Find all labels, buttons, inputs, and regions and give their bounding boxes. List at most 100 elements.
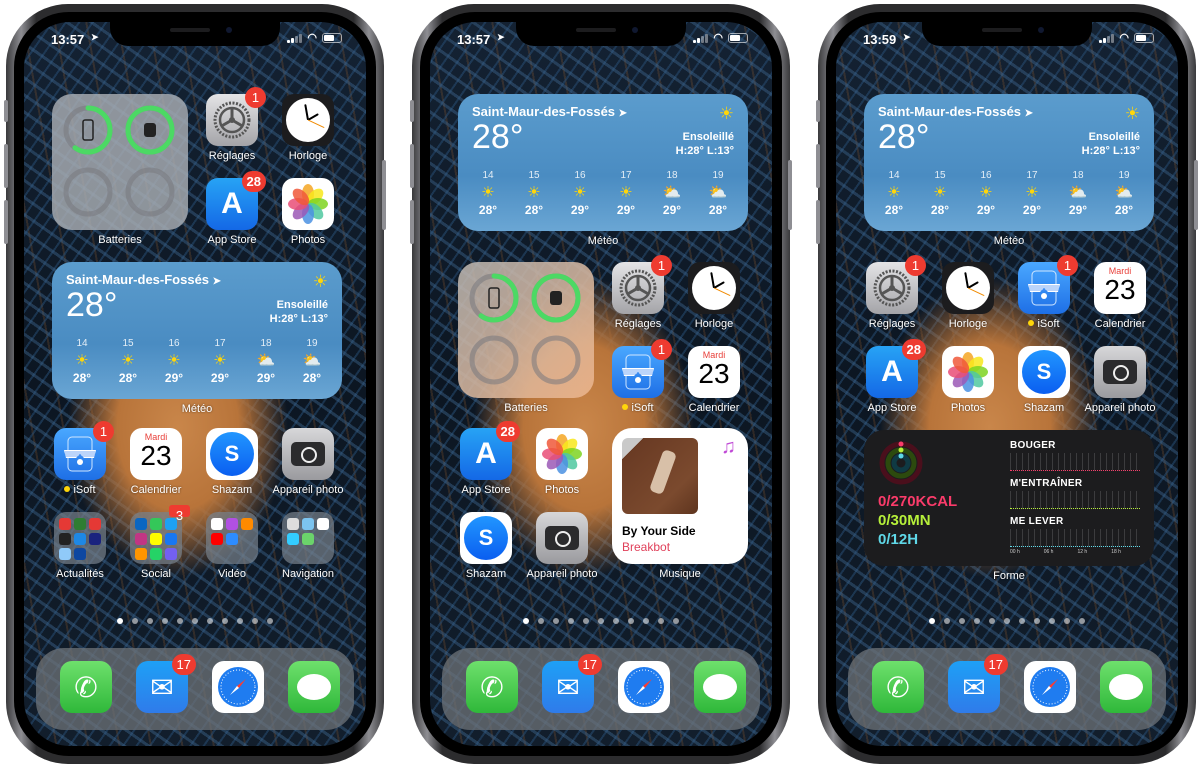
dock-messages[interactable] (1098, 661, 1154, 713)
dock-mail[interactable]: ✉ 17 (540, 654, 602, 713)
shazam-app-icon[interactable]: S (1018, 346, 1070, 398)
app-photos[interactable]: Photos (280, 178, 336, 246)
page-dot[interactable] (177, 618, 183, 624)
page-dot[interactable] (989, 618, 995, 624)
weather-widget[interactable]: Saint-Maur-des-Fossés ➤ 28° ☀ Ensoleillé… (52, 262, 342, 399)
safari-app-icon[interactable] (1024, 661, 1076, 713)
page-indicator[interactable] (24, 618, 366, 624)
page-indicator[interactable] (836, 618, 1178, 624)
photos-app-icon[interactable] (536, 428, 588, 480)
appstore-app-icon[interactable]: A 28 (866, 339, 926, 398)
shazam-app-icon[interactable]: S (206, 428, 258, 480)
folder-folder_actualites[interactable]: Actualités (52, 512, 108, 580)
reglages-app-icon[interactable]: 1 (612, 255, 672, 314)
page-dot[interactable] (132, 618, 138, 624)
album-art[interactable] (622, 438, 698, 514)
folder-icon[interactable]: 3 (130, 505, 190, 564)
page-indicator[interactable] (430, 618, 772, 624)
page-dot[interactable] (538, 618, 544, 624)
app-reglages[interactable]: 1 Réglages (610, 255, 672, 330)
page-dot[interactable] (117, 618, 123, 624)
dock-safari[interactable] (616, 661, 672, 713)
page-dot[interactable] (1049, 618, 1055, 624)
dock-phone[interactable]: ✆ (58, 661, 114, 713)
app-horloge[interactable]: Horloge (940, 262, 996, 330)
app-camera[interactable]: Appareil photo (527, 512, 597, 580)
app-isoft[interactable]: 1 iSoft (1016, 255, 1078, 330)
page-dot[interactable] (568, 618, 574, 624)
page-dot[interactable] (1004, 618, 1010, 624)
dock-messages[interactable] (692, 661, 748, 713)
page-dot[interactable] (237, 618, 243, 624)
folder-folder_navigation[interactable]: Navigation (280, 512, 336, 580)
app-calendrier[interactable]: Mardi 23 Calendrier (686, 346, 742, 414)
isoft-app-icon[interactable]: 1 (612, 339, 672, 398)
page-dot[interactable] (1079, 618, 1085, 624)
app-camera[interactable]: Appareil photo (1085, 346, 1155, 414)
mail-app-icon[interactable]: ✉ 17 (948, 654, 1008, 713)
camera-app-icon[interactable] (282, 428, 334, 480)
page-dot[interactable] (583, 618, 589, 624)
folder-folder_social[interactable]: 3 Social (128, 505, 190, 580)
page-dot[interactable] (1034, 618, 1040, 624)
shazam-app-icon[interactable]: S (460, 512, 512, 564)
phone-app-icon[interactable]: ✆ (872, 661, 924, 713)
page-dot[interactable] (613, 618, 619, 624)
page-dot[interactable] (1064, 618, 1070, 624)
calendar-app-icon[interactable]: Mardi 23 (1094, 262, 1146, 314)
dock-safari[interactable] (210, 661, 266, 713)
isoft-app-icon[interactable]: 1 (54, 421, 114, 480)
phone-app-icon[interactable]: ✆ (60, 661, 112, 713)
app-photos[interactable]: Photos (940, 346, 996, 414)
dock-phone[interactable]: ✆ (464, 661, 520, 713)
messages-app-icon[interactable] (288, 661, 340, 713)
folder-icon[interactable] (282, 512, 334, 564)
page-dot[interactable] (162, 618, 168, 624)
fitness-widget[interactable]: 0/270KCAL 0/30MN 0/12H BOUGER M'ENTRAÎNER… (864, 430, 1154, 566)
mail-app-icon[interactable]: ✉ 17 (136, 654, 196, 713)
page-dot[interactable] (192, 618, 198, 624)
page-dot[interactable] (252, 618, 258, 624)
music-widget[interactable]: ♫ By Your Side Breakbot (612, 428, 748, 564)
page-dot[interactable] (628, 618, 634, 624)
safari-app-icon[interactable] (618, 661, 670, 713)
dock-phone[interactable]: ✆ (870, 661, 926, 713)
isoft-app-icon[interactable]: 1 (1018, 255, 1078, 314)
photos-app-icon[interactable] (282, 178, 334, 230)
weather-widget[interactable]: Saint-Maur-des-Fossés ➤ 28° ☀ Ensoleillé… (458, 94, 748, 231)
appstore-app-icon[interactable]: A 28 (460, 421, 520, 480)
page-dot[interactable] (974, 618, 980, 624)
horloge-app-icon[interactable] (942, 262, 994, 314)
app-appstore[interactable]: A 28 App Store (864, 339, 926, 414)
app-horloge[interactable]: Horloge (280, 94, 336, 162)
page-dot[interactable] (207, 618, 213, 624)
appstore-app-icon[interactable]: A 28 (206, 171, 266, 230)
batteries-widget[interactable] (52, 94, 188, 230)
horloge-app-icon[interactable] (688, 262, 740, 314)
app-camera[interactable]: Appareil photo (273, 428, 343, 496)
app-shazam[interactable]: S Shazam (1016, 346, 1072, 414)
page-dot[interactable] (523, 618, 529, 624)
dock-safari[interactable] (1022, 661, 1078, 713)
page-dot[interactable] (673, 618, 679, 624)
photos-app-icon[interactable] (942, 346, 994, 398)
app-reglages[interactable]: 1 Réglages (204, 87, 266, 162)
dock-mail[interactable]: ✉ 17 (134, 654, 196, 713)
page-dot[interactable] (929, 618, 935, 624)
page-dot[interactable] (959, 618, 965, 624)
app-reglages[interactable]: 1 Réglages (864, 255, 926, 330)
dock-mail[interactable]: ✉ 17 (946, 654, 1008, 713)
app-horloge[interactable]: Horloge (686, 262, 742, 330)
reglages-app-icon[interactable]: 1 (206, 87, 266, 146)
folder-icon[interactable] (54, 512, 106, 564)
camera-app-icon[interactable] (1094, 346, 1146, 398)
page-dot[interactable] (267, 618, 273, 624)
page-dot[interactable] (147, 618, 153, 624)
page-dot[interactable] (643, 618, 649, 624)
phone-app-icon[interactable]: ✆ (466, 661, 518, 713)
app-calendrier[interactable]: Mardi 23 Calendrier (128, 428, 184, 496)
messages-app-icon[interactable] (694, 661, 746, 713)
safari-app-icon[interactable] (212, 661, 264, 713)
mail-app-icon[interactable]: ✉ 17 (542, 654, 602, 713)
calendar-app-icon[interactable]: Mardi 23 (688, 346, 740, 398)
